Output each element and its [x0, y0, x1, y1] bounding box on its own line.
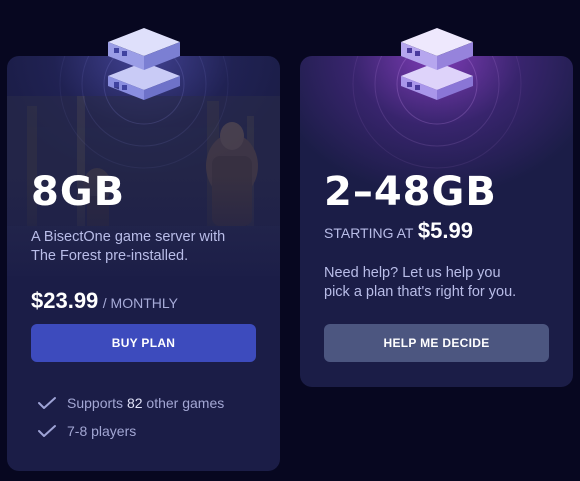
- check-icon: [38, 425, 56, 437]
- plan-description-line-1: A BisectOne game server with: [31, 229, 226, 245]
- plan-card-range: 2–48GB STARTING AT $5.99 Need help? Let …: [300, 56, 573, 387]
- price-period: / MONTHLY: [102, 295, 178, 311]
- feature-text-suffix: other games: [142, 395, 225, 411]
- pricing-section: 8GB A BisectOne game server with The For…: [0, 0, 580, 481]
- feature-text-prefix: Supports: [67, 395, 127, 411]
- price-row: $23.99 / MONTHLY: [31, 288, 178, 314]
- plan-size-title: 8GB: [31, 169, 126, 215]
- starting-at-label: STARTING AT: [324, 225, 414, 241]
- plan-card-8gb: 8GB A BisectOne game server with The For…: [7, 56, 280, 471]
- feature-supported-games: Supports 82 other games: [37, 395, 224, 411]
- server-stack-icon: [108, 28, 180, 100]
- plan-description: A BisectOne game server with The Forest …: [31, 228, 225, 266]
- help-text-line-1: Need help? Let us help you: [324, 265, 501, 281]
- check-icon: [38, 397, 56, 409]
- help-text-line-2: pick a plan that's right for you.: [324, 284, 517, 300]
- starting-price-row: STARTING AT $5.99: [324, 218, 473, 244]
- server-stack-icon: [401, 28, 473, 100]
- feature-players: 7-8 players: [37, 423, 136, 439]
- help-me-decide-button[interactable]: HELP ME DECIDE: [324, 324, 549, 362]
- feature-text-count: 82: [126, 395, 143, 411]
- buy-plan-button[interactable]: BUY PLAN: [31, 324, 256, 362]
- plan-description-line-2: The Forest pre-installed.: [31, 248, 189, 264]
- plan-price: $23.99: [31, 288, 99, 313]
- feature-players-text: 7-8 players: [67, 423, 137, 439]
- starting-price: $5.99: [417, 218, 473, 243]
- plan-size-range-title: 2–48GB: [324, 169, 497, 215]
- help-text: Need help? Let us help you pick a plan t…: [324, 264, 516, 302]
